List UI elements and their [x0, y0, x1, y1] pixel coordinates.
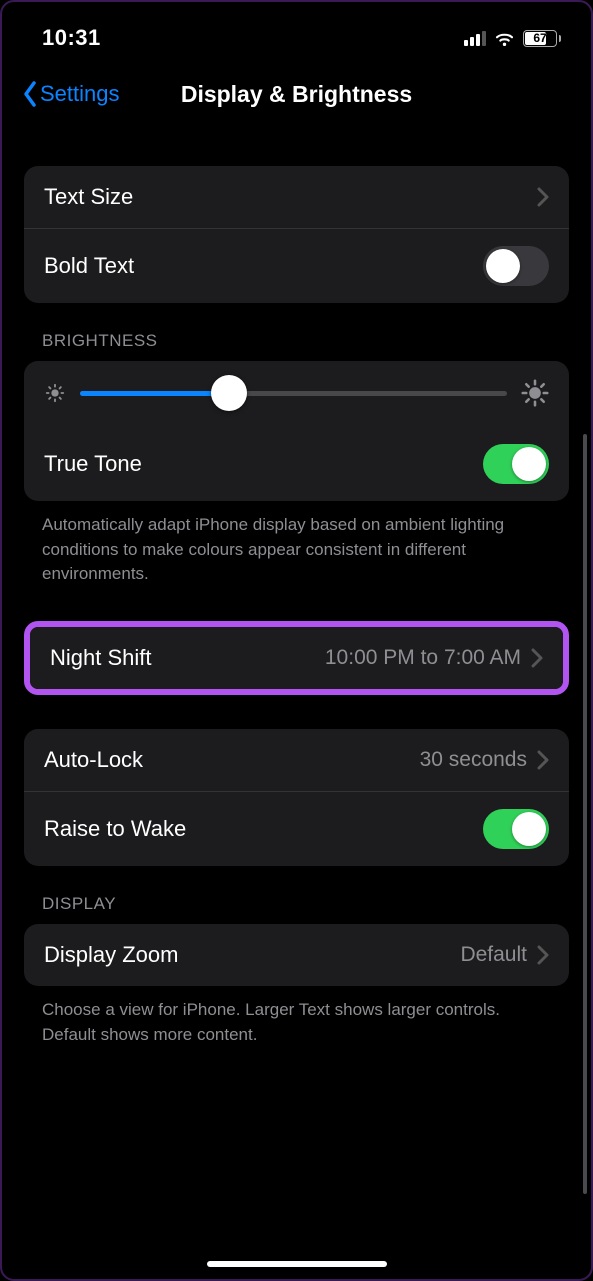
- display-group: Display Zoom Default: [24, 924, 569, 986]
- text-size-label: Text Size: [44, 184, 133, 210]
- brightness-header: BRIGHTNESS: [24, 303, 569, 361]
- battery-icon: 67: [523, 30, 561, 47]
- bold-text-toggle[interactable]: [483, 246, 549, 286]
- night-shift-highlight: Night Shift 10:00 PM to 7:00 AM: [24, 621, 569, 695]
- display-header: DISPLAY: [24, 866, 569, 924]
- raise-to-wake-row[interactable]: Raise to Wake: [24, 791, 569, 866]
- display-zoom-row[interactable]: Display Zoom Default: [24, 924, 569, 986]
- wifi-icon: [494, 31, 515, 46]
- raise-to-wake-toggle[interactable]: [483, 809, 549, 849]
- brightness-slider[interactable]: [80, 391, 507, 396]
- brightness-slider-row: [24, 361, 569, 427]
- text-group: Text Size Bold Text: [24, 166, 569, 303]
- back-button[interactable]: Settings: [22, 80, 120, 108]
- auto-lock-row[interactable]: Auto-Lock 30 seconds: [24, 729, 569, 791]
- display-zoom-label: Display Zoom: [44, 942, 178, 968]
- bold-text-row[interactable]: Bold Text: [24, 228, 569, 303]
- night-shift-row[interactable]: Night Shift 10:00 PM to 7:00 AM: [30, 627, 563, 689]
- bold-text-label: Bold Text: [44, 253, 134, 279]
- chevron-left-icon: [22, 80, 38, 108]
- chevron-right-icon: [531, 648, 543, 668]
- status-icons: 67: [464, 30, 561, 47]
- raise-to-wake-label: Raise to Wake: [44, 816, 186, 842]
- true-tone-label: True Tone: [44, 451, 142, 477]
- chevron-right-icon: [537, 187, 549, 207]
- display-zoom-value: Default: [460, 943, 527, 967]
- status-bar: 10:31 67: [2, 2, 591, 62]
- settings-content: Text Size Bold Text BRIGHTNESS: [2, 128, 591, 1087]
- true-tone-toggle[interactable]: [483, 444, 549, 484]
- status-time: 10:31: [42, 25, 101, 51]
- night-shift-group: Night Shift 10:00 PM to 7:00 AM: [30, 627, 563, 689]
- chevron-right-icon: [537, 945, 549, 965]
- brightness-group: True Tone: [24, 361, 569, 501]
- sun-high-icon: [521, 379, 549, 407]
- cellular-icon: [464, 30, 486, 46]
- scroll-indicator[interactable]: [583, 434, 587, 1194]
- auto-lock-value: 30 seconds: [420, 748, 527, 772]
- true-tone-footer: Automatically adapt iPhone display based…: [24, 501, 569, 587]
- chevron-right-icon: [537, 750, 549, 770]
- back-label: Settings: [40, 81, 120, 107]
- page-title: Display & Brightness: [181, 81, 412, 108]
- home-indicator[interactable]: [207, 1261, 387, 1267]
- night-shift-label: Night Shift: [50, 645, 152, 671]
- lock-group: Auto-Lock 30 seconds Raise to Wake: [24, 729, 569, 866]
- true-tone-row[interactable]: True Tone: [24, 427, 569, 501]
- nav-header: Settings Display & Brightness: [2, 62, 591, 128]
- text-size-row[interactable]: Text Size: [24, 166, 569, 228]
- auto-lock-label: Auto-Lock: [44, 747, 143, 773]
- sun-low-icon: [44, 382, 66, 404]
- display-zoom-footer: Choose a view for iPhone. Larger Text sh…: [24, 986, 569, 1047]
- night-shift-value: 10:00 PM to 7:00 AM: [325, 646, 521, 670]
